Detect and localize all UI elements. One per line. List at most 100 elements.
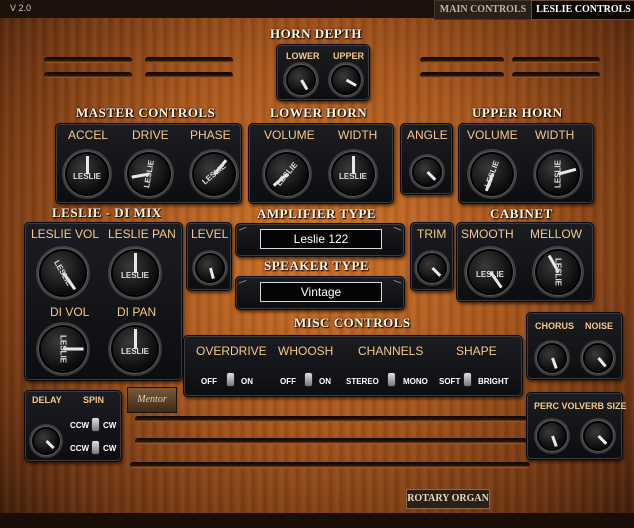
vent-slot [135,416,527,422]
level-label: LEVEL [191,227,229,241]
leslie-vol-knob[interactable]: LESLIE [41,251,85,295]
verb-size-knob[interactable] [585,423,611,449]
bright-label: BRIGHT [478,377,509,386]
shape-toggle[interactable] [463,372,472,387]
leslie-di-mix-panel: LESLIE VOL LESLIE PAN LESLIE LESLIE DI V… [24,222,183,381]
knob-leslie-text: LESLIE [338,172,368,182]
cabinet-panel: SMOOTH MELLOW LESLIE LESLIE [456,222,594,302]
knob-leslie-text: LESLIE [482,159,502,189]
overdrive-toggle[interactable] [226,372,235,387]
smooth-knob[interactable]: LESLIE [469,251,511,293]
overdrive-off-label: OFF [201,377,217,386]
amplifier-type-panel: Leslie 122 [235,223,405,257]
amplifier-type-display[interactable]: Leslie 122 [260,229,382,249]
knob-leslie-text: LESLIE [72,172,102,182]
lower-volume-label: VOLUME [264,128,315,142]
vent-slot [44,57,132,63]
knob-leslie-text: LESLIE [52,258,74,288]
section-title-upper-horn: UPPER HORN [472,105,563,120]
vent-slot [420,57,504,63]
leslie-vol-label: LESLIE VOL [31,227,100,241]
channels-label: CHANNELS [358,344,424,358]
trim-label: TRIM [417,227,447,241]
tab-main-controls[interactable]: MAIN CONTROLS [434,0,532,20]
spin1-cw-label: CW [103,421,117,430]
leslie-controls-window: { "version": "V 2.0", "tabs": {"main": "… [0,0,634,528]
knob-leslie-text: LESLIE [120,347,150,357]
noise-label: NOISE [585,321,614,331]
vent-slot [512,72,600,78]
upper-depth-knob[interactable] [333,67,359,93]
amplifier-prev-arrow[interactable] [238,226,250,239]
lower-volume-knob[interactable]: LESLIE [267,154,307,194]
smooth-label: SMOOTH [461,227,514,241]
speaker-next-arrow[interactable] [390,279,402,292]
vent-slot [130,462,530,468]
knob-leslie-text: LESLIE [200,161,228,187]
vent-slot [135,438,527,444]
di-pan-knob[interactable]: LESLIE [113,327,157,371]
amplifier-next-arrow[interactable] [390,226,402,239]
speaker-type-panel: Vintage [235,276,405,310]
accel-knob[interactable]: LESLIE [67,154,107,194]
tab-leslie-controls[interactable]: LESLIE CONTROLS [531,0,634,20]
leslie-pan-knob[interactable]: LESLIE [113,251,157,295]
chorus-knob[interactable] [539,345,565,371]
spin2-cw-label: CW [103,444,117,453]
delay-spin-panel: DELAY SPIN CCW CW CCW CW [24,390,122,462]
trim-knob[interactable] [419,255,445,281]
chorus-noise-panel: CHORUS NOISE [526,312,623,380]
upper-volume-knob[interactable]: LESLIE [472,154,512,194]
knob-leslie-text: LESLIE [58,334,68,364]
mellow-knob[interactable]: LESLIE [537,251,579,293]
chorus-label: CHORUS [535,321,575,331]
perc-vol-knob[interactable] [539,423,565,449]
trim-panel: TRIM [410,222,454,291]
overdrive-on-label: ON [241,377,253,386]
lower-horn-panel: VOLUME WIDTH LESLIE LESLIE [248,123,394,204]
phase-knob[interactable]: LESLIE [194,154,234,194]
noise-knob[interactable] [585,345,611,371]
angle-knob[interactable] [414,159,440,185]
shape-label: SHAPE [456,344,497,358]
rotary-organ-badge: ROTARY ORGAN [406,489,490,509]
accel-label: ACCEL [68,128,109,142]
horn-depth-panel: LOWER UPPER [276,44,370,101]
stereo-label: STEREO [346,377,379,386]
di-vol-knob[interactable]: LESLIE [41,327,85,371]
upper-width-label: WIDTH [535,128,575,142]
angle-panel: ANGLE [400,123,453,195]
channels-toggle[interactable] [387,372,396,387]
upper-volume-label: VOLUME [467,128,518,142]
speaker-type-display[interactable]: Vintage [260,282,382,302]
master-controls-panel: ACCEL DRIVE PHASE LESLIE LESLIE LESLIE [55,123,242,204]
lower-width-knob[interactable]: LESLIE [333,154,373,194]
level-panel: LEVEL [186,222,232,291]
whoosh-toggle[interactable] [304,372,313,387]
mentor-logo: Mentor [127,387,177,413]
section-title-speaker-type: SPEAKER TYPE [264,258,370,273]
knob-leslie-text: LESLIE [120,271,150,281]
perc-verb-panel: PERC VOL VERB SIZE [526,392,627,460]
upper-width-knob[interactable]: LESLIE [538,154,578,194]
delay-knob[interactable] [34,429,58,453]
section-title-leslie-di-mix: LESLIE - DI MIX [52,205,162,220]
vent-slot [420,72,504,78]
lower-depth-knob[interactable] [288,67,314,93]
spin-label: SPIN [83,395,105,405]
vent-slot [512,57,600,63]
lower-depth-label: LOWER [286,51,320,61]
overdrive-label: OVERDRIVE [196,344,267,358]
vent-slot [145,57,233,63]
level-knob[interactable] [197,255,223,281]
drive-knob[interactable]: LESLIE [129,154,169,194]
spin-toggle-1[interactable] [91,417,100,432]
section-title-cabinet: CABINET [490,206,553,221]
speaker-prev-arrow[interactable] [238,279,250,292]
section-title-amplifier-type: AMPLIFIER TYPE [257,206,377,221]
spin1-ccw-label: CCW [70,421,90,430]
knob-leslie-text: LESLIE [553,159,563,189]
di-pan-label: DI PAN [117,305,157,319]
spin-toggle-2[interactable] [91,440,100,455]
knob-leslie-text: LESLIE [142,159,156,189]
